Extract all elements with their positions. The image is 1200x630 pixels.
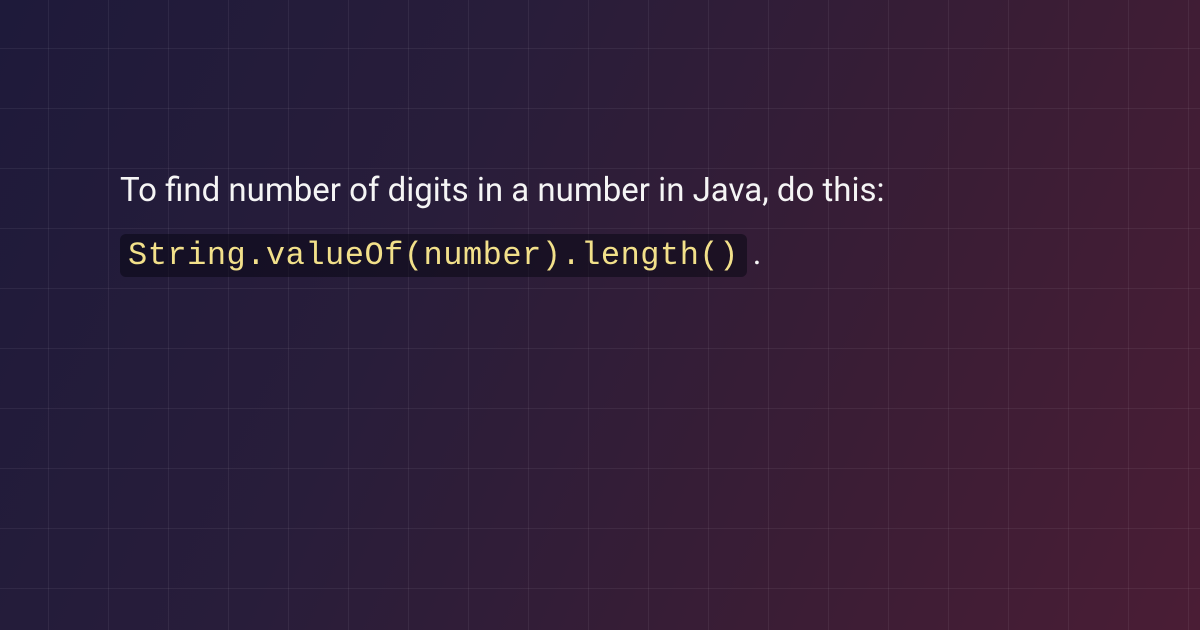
grid-background bbox=[0, 0, 1200, 630]
code-snippet: String.valueOf(number).length() bbox=[120, 234, 747, 277]
content-block: To find number of digits in a number in … bbox=[120, 160, 1080, 286]
trailing-period: . bbox=[753, 234, 762, 273]
intro-text: To find number of digits in a number in … bbox=[120, 171, 885, 210]
